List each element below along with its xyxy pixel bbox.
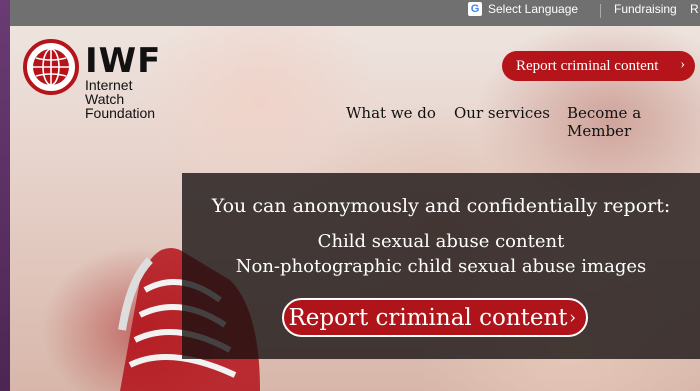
chevron-right-icon: › [569,308,576,328]
hero-report-button[interactable]: Report criminal content › [282,298,588,337]
nav-become-a-member[interactable]: Become a Member [567,104,700,140]
utility-topbar: G Select Language Fundraising R [10,0,700,26]
hero-report-label: Report criminal content [288,304,568,331]
hero-item-1: Child sexual abuse content [317,231,565,252]
topbar-divider [600,4,601,18]
logo-abbrev: IWF [85,41,162,81]
language-selector[interactable]: G Select Language [468,2,578,16]
nav-our-services[interactable]: Our services [454,104,550,122]
logo-line-2: Watch [85,91,125,107]
chevron-right-icon: › [680,57,685,72]
header-report-label: Report criminal content [516,57,659,74]
language-label: Select Language [488,2,579,16]
topbar-cutoff-link[interactable]: R [690,2,699,16]
hero-intro-text: You can anonymously and confidentially r… [211,195,671,217]
iwf-globe-logo-icon[interactable] [23,39,79,95]
nav-what-we-do[interactable]: What we do [346,104,436,122]
webpage: G Select Language Fundraising R IWF Inte… [10,0,700,391]
hero-item-2: Non-photographic child sexual abuse imag… [235,256,647,277]
header-report-button[interactable]: Report criminal content › [502,51,695,81]
window-frame [0,0,10,391]
hero-report-panel: You can anonymously and confidentially r… [182,173,700,359]
iwf-wordmark[interactable]: IWF Internet Watch Foundation [85,44,161,120]
logo-line-3: Foundation [85,105,156,121]
fundraising-link[interactable]: Fundraising [614,2,677,16]
google-translate-icon: G [468,2,482,16]
